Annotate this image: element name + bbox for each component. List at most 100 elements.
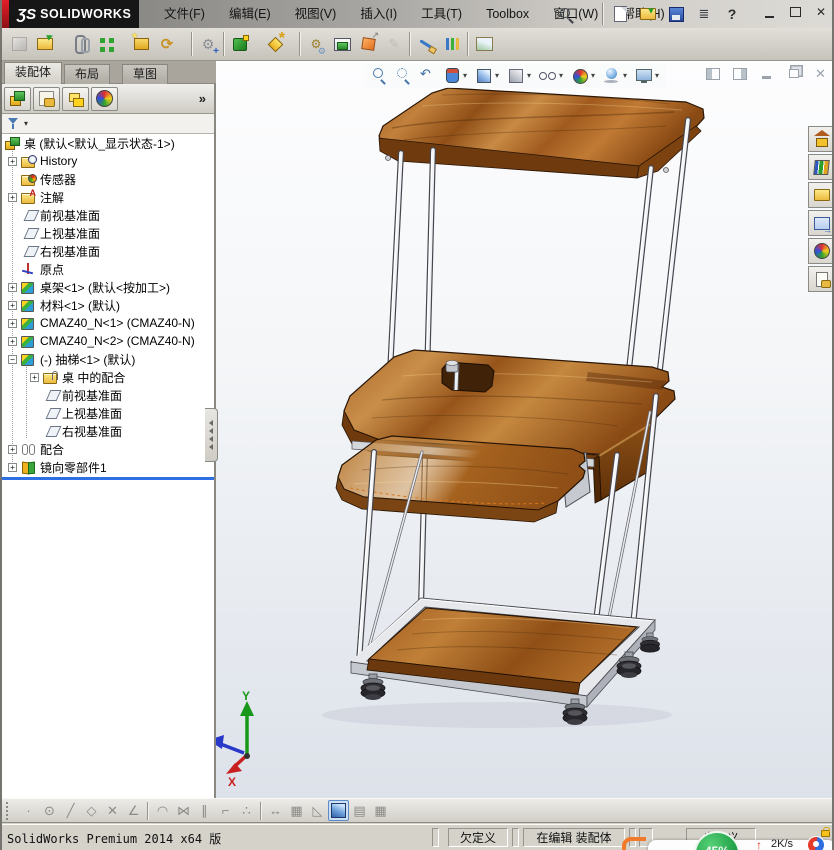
toolbar-button-icon[interactable]	[329, 30, 355, 58]
task-pane-button[interactable]	[808, 126, 832, 152]
window-control-button[interactable]	[784, 2, 806, 22]
task-pane-button[interactable]	[808, 266, 832, 292]
tree-node-label[interactable]: 桌架<1> (默认<按加工>)	[40, 279, 170, 296]
toolbar-button-icon[interactable]	[439, 30, 465, 58]
tree-expander[interactable]: +	[8, 318, 17, 328]
headsup-button[interactable]: ▾	[440, 65, 471, 86]
toolbar-button-icon[interactable]	[227, 30, 253, 58]
sketch-tool-button[interactable]: ▦	[286, 800, 307, 821]
chevron-expand-icon[interactable]: »	[199, 91, 206, 106]
sketch-tool-button[interactable]: ⊙	[39, 800, 60, 821]
toolbar-button-icon[interactable]	[262, 30, 288, 58]
dropdown-caret-icon[interactable]: ▾	[461, 71, 469, 80]
tree-expander[interactable]: +	[8, 336, 17, 346]
menu-item[interactable]: 插入(I)	[348, 0, 409, 28]
tree-expander[interactable]: +	[8, 444, 17, 454]
tree-row[interactable]: + 材料<1> (默认)	[2, 296, 214, 314]
toolbar-button-icon[interactable]	[6, 30, 32, 58]
tree-node-label[interactable]: 前视基准面	[40, 207, 100, 224]
sketch-tool-button[interactable]: ▤	[349, 800, 370, 821]
tab-layout[interactable]: 布局	[64, 64, 111, 84]
tree-node-label[interactable]: (-) 抽梯<1> (默认)	[40, 351, 135, 368]
filter-funnel-icon[interactable]	[6, 117, 22, 131]
task-pane-button[interactable]	[808, 182, 832, 208]
dropdown-caret-icon[interactable]: ▾	[493, 71, 501, 80]
dropdown-caret-icon[interactable]: ▾	[525, 71, 533, 80]
toolbar-button-icon[interactable]	[154, 30, 180, 58]
menu-item[interactable]: 视图(V)	[283, 0, 349, 28]
task-pane-button[interactable]	[808, 210, 832, 236]
tab-sketch[interactable]: 草图	[122, 64, 169, 84]
tree-expander[interactable]: +	[8, 156, 17, 166]
rollback-bar[interactable]	[2, 477, 214, 480]
menu-item[interactable]: 文件(F)	[152, 0, 217, 28]
toolbar-button-icon[interactable]	[128, 30, 154, 58]
tree-node-label[interactable]: 注解	[40, 189, 64, 206]
tree-row[interactable]: 上视基准面	[2, 224, 214, 242]
tree-node-label[interactable]: 上视基准面	[40, 225, 100, 242]
sketch-tool-button[interactable]: ▦	[370, 800, 391, 821]
sketch-tool-button[interactable]: ◠	[152, 800, 173, 821]
quick-access-icon[interactable]	[694, 4, 714, 24]
tree-node-label[interactable]: 材料<1> (默认)	[40, 297, 120, 314]
security-ball-icon[interactable]	[808, 837, 824, 850]
toolbar-button-icon[interactable]	[303, 30, 329, 58]
tree-row[interactable]: 右视基准面	[2, 422, 214, 440]
tree-row[interactable]: 右视基准面	[2, 242, 214, 260]
tree-row[interactable]: + History	[2, 152, 214, 170]
filter-caret-icon[interactable]: ▾	[24, 119, 28, 128]
panel-splitter-handle[interactable]	[205, 408, 218, 462]
document-control-button[interactable]	[783, 65, 804, 82]
tree-node-label[interactable]: 右视基准面	[62, 423, 122, 440]
quick-access-icon[interactable]	[638, 4, 658, 24]
panel-header-icon[interactable]	[33, 86, 60, 111]
quick-access-icon[interactable]	[610, 4, 630, 24]
tree-expander[interactable]: −	[8, 354, 17, 364]
tree-node-label[interactable]: History	[40, 154, 77, 168]
tree-node-label[interactable]: 上视基准面	[62, 405, 122, 422]
sketch-tool-button[interactable]: ↔	[265, 800, 286, 821]
tree-expander[interactable]: +	[8, 300, 17, 310]
tree-row[interactable]: + 桌架<1> (默认<按加工>)	[2, 278, 214, 296]
panel-header-icon[interactable]	[62, 86, 89, 111]
task-pane-button[interactable]	[808, 238, 832, 264]
tree-expander[interactable]: +	[30, 372, 39, 382]
tree-node-label[interactable]: CMAZ40_N<1> (CMAZ40-N)	[40, 316, 195, 330]
toolbar-button-icon[interactable]	[471, 30, 497, 58]
menu-item[interactable]: 工具(T)	[409, 0, 474, 28]
sketch-tool-button[interactable]	[328, 800, 349, 821]
document-control-button[interactable]	[756, 65, 777, 82]
tree-expander[interactable]: +	[8, 462, 17, 472]
document-control-button[interactable]	[729, 65, 750, 82]
document-control-button[interactable]	[702, 65, 723, 82]
dropdown-caret-icon[interactable]: ▾	[589, 71, 597, 80]
tree-row[interactable]: 原点	[2, 260, 214, 278]
toolbar-button-icon[interactable]	[67, 30, 93, 58]
panel-header-icon[interactable]	[91, 86, 118, 111]
headsup-button[interactable]: ▾	[392, 65, 415, 86]
tree-row[interactable]: + 桌 中的配合	[2, 368, 214, 386]
sketch-tool-button[interactable]: ∥	[194, 800, 215, 821]
panel-header-icon[interactable]	[4, 86, 31, 111]
headsup-button[interactable]: ▾	[504, 65, 535, 86]
tree-row[interactable]: + 镜向零部件1	[2, 458, 214, 476]
search-icon[interactable]	[558, 6, 576, 24]
headsup-button[interactable]: ▾	[536, 65, 567, 86]
quick-access-icon[interactable]	[722, 4, 742, 24]
tree-row[interactable]: 桌 (默认<默认_显示状态-1>)	[2, 134, 214, 152]
sketch-tool-button[interactable]: ✕	[102, 800, 123, 821]
headsup-button[interactable]: ▾	[568, 65, 599, 86]
dropdown-caret-icon[interactable]: ▾	[653, 71, 661, 80]
dropdown-caret-icon[interactable]: ▾	[557, 71, 565, 80]
toolbar-button-icon[interactable]	[32, 30, 58, 58]
tree-node-label[interactable]: CMAZ40_N<2> (CMAZ40-N)	[40, 334, 195, 348]
toolbar-button-icon[interactable]	[355, 30, 381, 58]
net-speed-widget[interactable]	[648, 840, 832, 850]
window-control-button[interactable]	[810, 2, 832, 22]
tree-node-label[interactable]: 配合	[40, 441, 64, 458]
sketch-tool-button[interactable]: ⋈	[173, 800, 194, 821]
menu-item[interactable]: 编辑(E)	[217, 0, 283, 28]
sketch-tool-button[interactable]: ∴	[236, 800, 257, 821]
tree-row[interactable]: 前视基准面	[2, 206, 214, 224]
tree-node-label[interactable]: 原点	[40, 261, 64, 278]
